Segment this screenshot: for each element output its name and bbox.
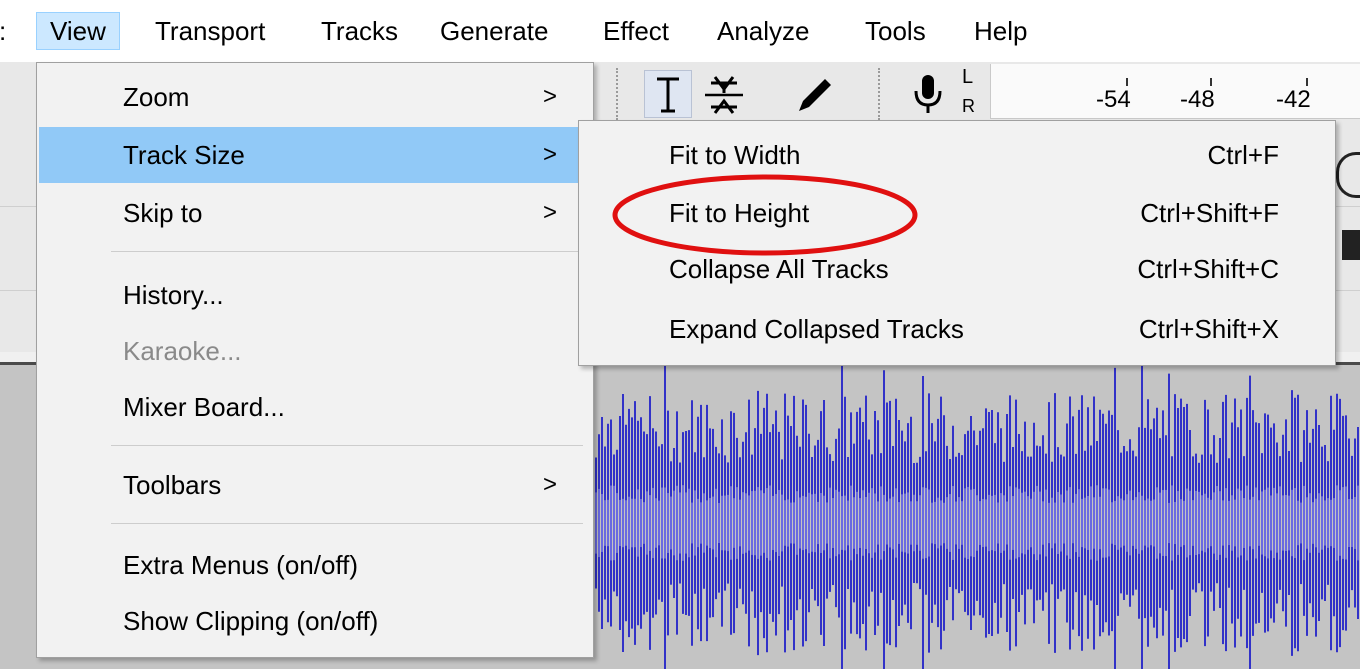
menu-effect[interactable]: Effect xyxy=(590,13,682,49)
meter-tick-label: -48 xyxy=(1180,86,1215,113)
menu-item-skip-to[interactable]: Skip to > xyxy=(39,185,591,241)
submenu-arrow-icon: > xyxy=(542,141,557,168)
menu-item-shortcut: Ctrl+Shift+X xyxy=(1138,314,1279,344)
meter-tick-mark xyxy=(1306,78,1308,86)
meter-channel-top: L xyxy=(962,66,974,88)
text-cursor-tool-button[interactable] xyxy=(644,70,692,118)
submenu-arrow-icon: > xyxy=(542,83,557,110)
menu-item-label: Track Size xyxy=(123,140,245,170)
pencil-icon xyxy=(799,79,831,111)
menu-item-label: Fit to Height xyxy=(669,198,810,228)
text-cursor-icon xyxy=(657,77,679,113)
menu-analyze[interactable]: Analyze xyxy=(704,13,823,49)
menu-generate[interactable]: Generate xyxy=(427,13,561,49)
menu-divider xyxy=(111,523,583,524)
menu-item-fit-to-height[interactable]: Fit to Height Ctrl+Shift+F xyxy=(581,185,1333,241)
menu-item-label: Toolbars xyxy=(123,470,222,500)
pencil-tool-button[interactable] xyxy=(790,70,838,118)
toolbar-grip[interactable] xyxy=(616,68,628,120)
toolbar-grip-2[interactable] xyxy=(878,68,890,120)
menu-item-label: History... xyxy=(123,280,224,310)
menu-item-label: Skip to xyxy=(123,198,203,228)
meter-tick-mark xyxy=(1210,78,1212,86)
menu-item-shortcut: Ctrl+F xyxy=(1207,140,1280,170)
menu-divider xyxy=(111,251,583,252)
envelope-tool-button[interactable] xyxy=(700,70,748,118)
menu-item-label: Expand Collapsed Tracks xyxy=(669,314,964,344)
menu-item-toolbars[interactable]: Toolbars > xyxy=(39,457,591,513)
menu-item-collapse-all-tracks[interactable]: Collapse All Tracks Ctrl+Shift+C xyxy=(581,241,1333,297)
submenu-arrow-icon: > xyxy=(542,471,557,498)
record-meter-button[interactable] xyxy=(904,70,952,118)
menu-item-shortcut: Ctrl+Shift+C xyxy=(1137,254,1279,284)
meter-tick-label: -42 xyxy=(1276,86,1311,113)
track-size-submenu: Fit to Width Ctrl+F Fit to Height Ctrl+S… xyxy=(578,120,1336,366)
menu-file-edge[interactable]: : xyxy=(0,13,19,49)
menu-item-mixer-board[interactable]: Mixer Board... xyxy=(39,379,591,435)
menu-tools[interactable]: Tools xyxy=(852,13,939,49)
menu-item-track-size[interactable]: Track Size > xyxy=(39,127,591,183)
meter-tick-mark xyxy=(1126,78,1128,86)
menu-item-label: Fit to Width xyxy=(669,140,801,170)
menu-item-label: Mixer Board... xyxy=(123,392,285,422)
menu-item-label: Show Clipping (on/off) xyxy=(123,606,379,636)
speaker-icon xyxy=(1342,230,1360,260)
meter-tick-label: -54 xyxy=(1096,86,1131,113)
menu-item-label: Extra Menus (on/off) xyxy=(123,550,359,580)
menu-item-label: Collapse All Tracks xyxy=(669,254,889,284)
menu-bar: : View Transport Tracks Generate Effect … xyxy=(0,0,1360,63)
menu-tracks[interactable]: Tracks xyxy=(308,13,411,49)
menu-item-extra-menus[interactable]: Extra Menus (on/off) xyxy=(39,537,591,593)
submenu-arrow-icon: > xyxy=(542,199,557,226)
menu-view[interactable]: View xyxy=(36,12,120,50)
menu-item-expand-collapsed-tracks[interactable]: Expand Collapsed Tracks Ctrl+Shift+X xyxy=(581,301,1333,357)
menu-item-show-clipping[interactable]: Show Clipping (on/off) xyxy=(39,593,591,649)
microphone-icon xyxy=(914,75,942,113)
menu-divider xyxy=(111,445,583,446)
menu-item-label: Zoom xyxy=(123,82,190,112)
envelope-icon xyxy=(705,76,743,114)
menu-item-history[interactable]: History... xyxy=(39,267,591,323)
menu-item-label: Karaoke... xyxy=(123,336,242,366)
meter-channel-bottom: R xyxy=(962,96,975,116)
menu-transport[interactable]: Transport xyxy=(142,13,278,49)
menu-item-zoom[interactable]: Zoom > xyxy=(39,69,591,125)
menu-item-fit-to-width[interactable]: Fit to Width Ctrl+F xyxy=(581,127,1333,183)
menu-help[interactable]: Help xyxy=(961,13,1040,49)
menu-item-shortcut: Ctrl+Shift+F xyxy=(1140,198,1279,228)
view-menu: Zoom > Track Size > Skip to > History...… xyxy=(36,62,594,658)
menu-item-karaoke: Karaoke... xyxy=(39,323,591,379)
